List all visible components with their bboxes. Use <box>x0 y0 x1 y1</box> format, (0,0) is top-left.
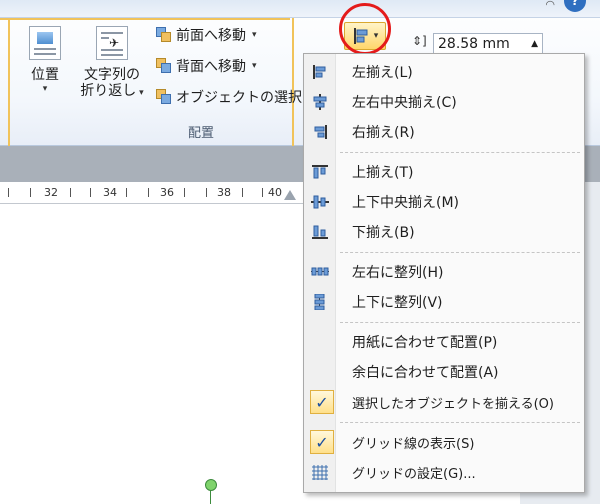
menu-separator <box>340 422 580 423</box>
menu-item-label: 用紙に合わせて配置(P) <box>352 335 498 351</box>
send-backward-label: 背面へ移動 <box>176 59 246 75</box>
height-field[interactable]: 28.58 mm ▲ <box>433 33 543 55</box>
selection-pane-label: オブジェクトの選択と <box>176 90 316 106</box>
title-strip: ◠ ? <box>0 0 600 18</box>
menu-item-align-selected-objects[interactable]: ✓ 選択したオブジェクトを揃える(O) <box>304 387 584 417</box>
menu-separator <box>340 252 580 253</box>
menu-item-distribute-horizontal[interactable]: 左右に整列(H) <box>304 257 584 287</box>
menu-item-align-middle[interactable]: 上下中央揃え(M) <box>304 187 584 217</box>
bring-forward-label: 前面へ移動 <box>176 28 246 44</box>
distribute-horizontal-icon <box>311 267 329 276</box>
align-top-icon <box>312 165 328 179</box>
highlight-circle <box>339 3 391 55</box>
chevron-down-icon: ▾ <box>42 84 48 94</box>
position-label: 位置 <box>31 67 59 83</box>
align-dropdown-menu: 左揃え(L) 左右中央揃え(C) 右揃え(R) 上揃え(T) 上下中央揃え(M)… <box>303 53 585 493</box>
arrange-group-label: 配置 <box>188 126 215 141</box>
menu-item-label: 余白に合わせて配置(A) <box>352 365 499 381</box>
ruler-number: 38 <box>217 186 231 199</box>
position-button[interactable]: 位置 ▾ <box>22 26 68 94</box>
rotation-handle[interactable] <box>205 479 217 491</box>
ruler-number: 32 <box>44 186 58 199</box>
chevron-down-icon: ▾ <box>252 61 257 71</box>
bring-forward-button[interactable]: 前面へ移動 ▾ <box>156 24 257 46</box>
menu-item-label: グリッド線の表示(S) <box>352 436 475 452</box>
menu-item-align-to-margin[interactable]: 余白に合わせて配置(A) <box>304 357 584 387</box>
ruler-indent-marker[interactable] <box>284 190 296 200</box>
align-bottom-icon <box>312 225 328 239</box>
ruler-number: 34 <box>103 186 117 199</box>
check-icon: ✓ <box>310 430 334 454</box>
menu-item-label: 選択したオブジェクトを揃える(O) <box>352 396 554 412</box>
wrap-text-label-line2: 折り返し <box>80 83 137 99</box>
menu-item-label: 左揃え(L) <box>352 65 413 81</box>
help-icon[interactable]: ? <box>564 0 586 12</box>
menu-item-align-bottom[interactable]: 下揃え(B) <box>304 217 584 247</box>
menu-item-label: 上下に整列(V) <box>352 295 443 311</box>
align-middle-icon <box>311 195 329 209</box>
spin-up-icon[interactable]: ▲ <box>531 39 538 49</box>
align-right-icon <box>314 125 327 139</box>
wrap-text-icon: ✈ <box>96 26 128 60</box>
wrap-text-button[interactable]: ✈ 文字列の 折り返し ▾ <box>74 26 150 102</box>
chevron-down-icon: ▾ <box>136 88 144 98</box>
height-value: 28.58 mm <box>438 36 510 52</box>
chevron-down-icon: ▾ <box>252 30 257 40</box>
align-center-icon <box>313 94 327 110</box>
menu-item-label: グリッドの設定(G)... <box>352 466 476 482</box>
height-icon: ⇕] <box>412 34 427 48</box>
menu-item-show-gridlines[interactable]: ✓ グリッド線の表示(S) <box>304 427 584 457</box>
align-left-icon <box>313 65 326 79</box>
menu-separator <box>340 152 580 153</box>
menu-item-label: 右揃え(R) <box>352 125 415 141</box>
menu-item-label: 上揃え(T) <box>352 165 414 181</box>
ruler-number: 40 <box>268 186 282 199</box>
ribbon-minimize-icon[interactable]: ◠ <box>545 0 555 11</box>
menu-separator <box>340 322 580 323</box>
menu-item-label: 左右に整列(H) <box>352 265 444 281</box>
ribbon-tab-edge-left <box>8 18 10 146</box>
menu-item-align-top[interactable]: 上揃え(T) <box>304 157 584 187</box>
grid-icon <box>312 465 328 480</box>
send-backward-button[interactable]: 背面へ移動 ▾ <box>156 55 257 77</box>
check-icon: ✓ <box>310 390 334 414</box>
ruler-number: 36 <box>160 186 174 199</box>
distribute-vertical-icon <box>314 294 325 310</box>
bring-forward-icon <box>156 27 172 43</box>
send-backward-icon <box>156 58 172 74</box>
menu-item-label: 上下中央揃え(M) <box>352 195 460 211</box>
ribbon-tab-underline <box>0 18 290 20</box>
menu-item-grid-settings[interactable]: グリッドの設定(G)... <box>304 457 584 487</box>
menu-item-align-right[interactable]: 右揃え(R) <box>304 117 584 147</box>
position-icon <box>29 26 61 60</box>
menu-item-align-left[interactable]: 左揃え(L) <box>304 57 584 87</box>
selection-pane-button[interactable]: オブジェクトの選択と <box>156 86 316 108</box>
menu-item-label: 左右中央揃え(C) <box>352 95 457 111</box>
menu-item-align-to-page[interactable]: 用紙に合わせて配置(P) <box>304 327 584 357</box>
menu-item-distribute-vertical[interactable]: 上下に整列(V) <box>304 287 584 317</box>
menu-item-label: 下揃え(B) <box>352 225 415 241</box>
ribbon-tab-edge-right <box>292 18 294 146</box>
menu-item-align-center[interactable]: 左右中央揃え(C) <box>304 87 584 117</box>
selection-pane-icon <box>156 89 172 105</box>
